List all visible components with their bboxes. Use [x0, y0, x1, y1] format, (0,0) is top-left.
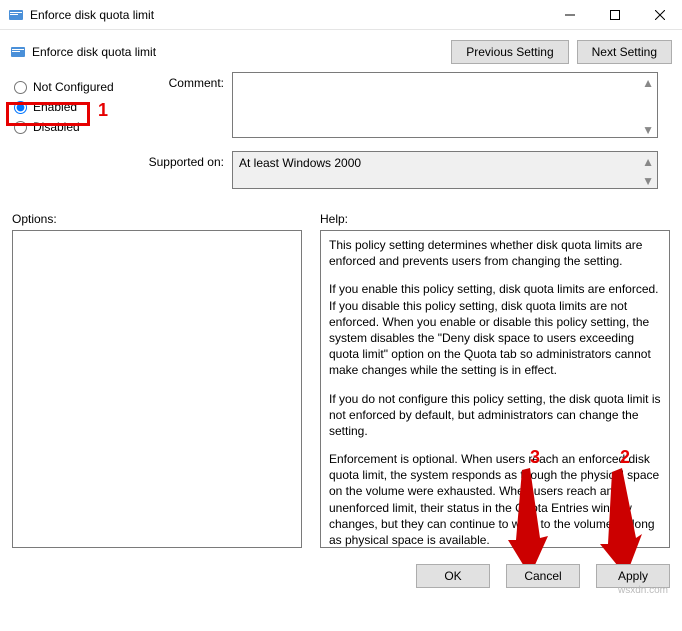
window-title: Enforce disk quota limit [30, 8, 547, 22]
supported-row: Supported on: ▲▼ [130, 149, 670, 194]
scroll-hint: ▲▼ [642, 155, 654, 188]
watermark: wsxdn.com [618, 585, 668, 596]
scroll-hint: ▲▼ [642, 76, 654, 137]
comment-textarea[interactable] [232, 72, 658, 138]
options-label: Options: [12, 212, 302, 226]
help-paragraph: This policy setting determines whether d… [329, 237, 661, 269]
comment-row: Comment: ▲▼ [130, 70, 670, 143]
comment-label: Comment: [142, 72, 232, 90]
middle-section: Options: Help: This policy setting deter… [0, 198, 682, 552]
radio-not-configured[interactable]: Not Configured [12, 80, 130, 94]
radio-not-configured-input[interactable] [14, 81, 27, 94]
radio-disabled[interactable]: Disabled [12, 120, 130, 134]
options-panel [12, 230, 302, 548]
page-subtitle: Enforce disk quota limit [32, 45, 451, 59]
next-setting-button[interactable]: Next Setting [577, 40, 672, 64]
help-paragraph: Enforcement is optional. When users reac… [329, 451, 661, 548]
previous-setting-button[interactable]: Previous Setting [451, 40, 568, 64]
radio-disabled-input[interactable] [14, 121, 27, 134]
header-row: Enforce disk quota limit Previous Settin… [0, 30, 682, 70]
radio-label: Disabled [33, 120, 80, 134]
help-label: Help: [320, 212, 670, 226]
minimize-button[interactable] [547, 0, 592, 30]
state-radio-group: Not Configured Enabled Disabled 1 [0, 70, 130, 194]
title-bar: Enforce disk quota limit [0, 0, 682, 30]
cancel-button[interactable]: Cancel [506, 564, 580, 588]
maximize-button[interactable] [592, 0, 637, 30]
radio-label: Not Configured [33, 80, 114, 94]
footer: OK Cancel Apply wsxdn.com [0, 552, 682, 600]
ok-button[interactable]: OK [416, 564, 490, 588]
help-panel[interactable]: This policy setting determines whether d… [320, 230, 670, 548]
radio-enabled-input[interactable] [14, 101, 27, 114]
radio-label: Enabled [33, 100, 77, 114]
app-icon [8, 7, 24, 23]
supported-textarea [232, 151, 658, 189]
radio-enabled[interactable]: Enabled [12, 100, 130, 114]
help-paragraph: If you do not configure this policy sett… [329, 391, 661, 440]
close-button[interactable] [637, 0, 682, 30]
policy-icon [10, 44, 26, 60]
help-paragraph: If you enable this policy setting, disk … [329, 281, 661, 378]
supported-label: Supported on: [142, 151, 232, 169]
